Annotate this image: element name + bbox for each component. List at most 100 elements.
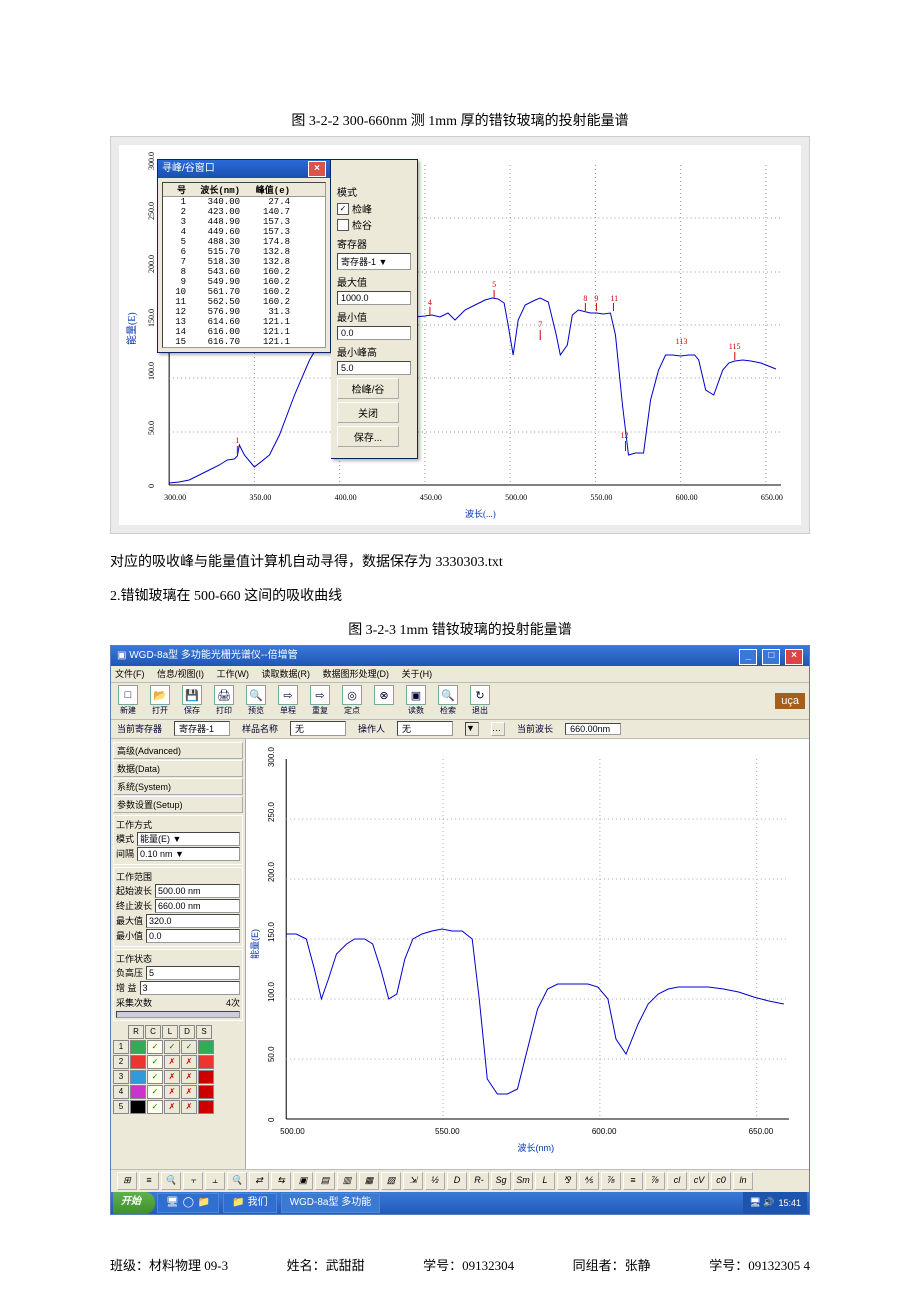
- checkbox-valley[interactable]: 检谷: [337, 217, 411, 232]
- window-titlebar[interactable]: ▣ WGD-8a型 多功能光栅光谱仪--倍增管 _ □ ×: [111, 646, 809, 666]
- system-tray[interactable]: 🖥 🔊 15:41: [743, 1192, 807, 1214]
- sample-value: 无: [290, 721, 346, 736]
- taskbar-item-2[interactable]: 📁 我们: [223, 1193, 276, 1213]
- close-window-icon[interactable]: ×: [785, 649, 803, 665]
- toolbar-icon[interactable]: ▦: [359, 1172, 379, 1190]
- btn-setup[interactable]: 参数设置(Setup): [113, 796, 243, 813]
- toolbar-icon[interactable]: ⅞: [645, 1172, 665, 1190]
- peak-table: 号 波长(nm) 峰值(e) 1340.0027.42423.00140.734…: [162, 182, 326, 348]
- operator-value[interactable]: 无: [397, 721, 453, 736]
- toolbar-icon[interactable]: Sg: [491, 1172, 511, 1190]
- toolbar-button[interactable]: ◎定点: [339, 685, 365, 716]
- toolbar-button[interactable]: 🔍检索: [435, 685, 461, 716]
- toolbar-button[interactable]: ⊗: [371, 685, 397, 716]
- toolbar-icon[interactable]: ⅋: [557, 1172, 577, 1190]
- start-input[interactable]: 500.00 nm: [155, 884, 240, 898]
- table-row: 14616.00121.1: [163, 327, 325, 337]
- toolbar-icon[interactable]: ⫠: [205, 1172, 225, 1190]
- toolbar-icon[interactable]: ▥: [337, 1172, 357, 1190]
- toolbar-button[interactable]: ⇨重复: [307, 685, 333, 716]
- slider[interactable]: [116, 1011, 240, 1018]
- min-input[interactable]: 0.0: [337, 326, 411, 340]
- tool-icon: 🖨: [214, 685, 234, 705]
- table-row: 13614.60121.1: [163, 317, 325, 327]
- end-input[interactable]: 660.00 nm: [155, 899, 240, 913]
- menubar[interactable]: 文件(F) 信息/视图(I) 工作(W) 读取数据(R) 数据图形处理(D) 关…: [111, 666, 809, 683]
- gain-input[interactable]: 3: [140, 981, 240, 995]
- menu-process[interactable]: 数据图形处理(D): [323, 669, 390, 679]
- toolbar-icon[interactable]: ⅍: [579, 1172, 599, 1190]
- toolbar-icon[interactable]: ½: [425, 1172, 445, 1190]
- toolbar-button[interactable]: 🖨打印: [211, 685, 237, 716]
- taskbar-item-3[interactable]: WGD-8a型 多功能: [281, 1193, 381, 1213]
- toolbar-icon[interactable]: ⫟: [183, 1172, 203, 1190]
- svg-text:7: 7: [538, 320, 542, 329]
- maximize-icon[interactable]: □: [762, 649, 780, 665]
- checkbox-peak[interactable]: ✓检峰: [337, 201, 411, 216]
- toolbar-icon[interactable]: 🔍: [161, 1172, 181, 1190]
- toolbar-icon[interactable]: ⇄: [249, 1172, 269, 1190]
- ymin-input[interactable]: 0.0: [146, 929, 240, 943]
- menu-file[interactable]: 文件(F): [115, 669, 145, 679]
- toolbar-icon[interactable]: ⇆: [271, 1172, 291, 1190]
- toolbar-icon[interactable]: Sm: [513, 1172, 533, 1190]
- toolbar-icon[interactable]: ⅞: [601, 1172, 621, 1190]
- close-button[interactable]: 关闭: [337, 402, 399, 423]
- toolbar-icon[interactable]: ln: [733, 1172, 753, 1190]
- browse-button[interactable]: …: [491, 722, 505, 736]
- toolbar-icon[interactable]: ≡: [139, 1172, 159, 1190]
- toolbar-icon[interactable]: c0: [711, 1172, 731, 1190]
- toolbar-button[interactable]: 💾保存: [179, 685, 205, 716]
- svg-text:200.0: 200.0: [147, 255, 156, 273]
- minpeak-input[interactable]: 5.0: [337, 361, 411, 375]
- figure-caption-1: 图 3-2-2 300-660nm 测 1mm 厚的错钕玻璃的投射能量谱: [110, 110, 810, 130]
- dialog-titlebar[interactable]: 寻峰/谷窗口 ×: [158, 160, 330, 178]
- toolbar-icon[interactable]: R-: [469, 1172, 489, 1190]
- toolbar-icon[interactable]: ▣: [293, 1172, 313, 1190]
- svg-text:100.0: 100.0: [267, 981, 276, 1002]
- max-input[interactable]: 1000.0: [337, 291, 411, 305]
- menu-read[interactable]: 读取数据(R): [262, 669, 311, 679]
- hv-input[interactable]: 5: [146, 966, 240, 980]
- svg-text:450.00: 450.00: [420, 493, 442, 502]
- toolbar-button[interactable]: □新建: [115, 685, 141, 716]
- btn-data[interactable]: 数据(Data): [113, 760, 243, 777]
- svg-text:400.00: 400.00: [335, 493, 357, 502]
- menu-about[interactable]: 关于(H): [402, 669, 433, 679]
- toolbar-icon[interactable]: cl: [667, 1172, 687, 1190]
- taskbar-item-1[interactable]: 🖥 ◯ 📁: [157, 1193, 219, 1213]
- interval-select[interactable]: 0.10 nm ▼: [137, 847, 240, 861]
- toolbar-button[interactable]: ⇨单程: [275, 685, 301, 716]
- save-button[interactable]: 保存...: [337, 426, 399, 447]
- btn-advanced[interactable]: 高级(Advanced): [113, 742, 243, 759]
- toolbar-icon[interactable]: L: [535, 1172, 555, 1190]
- toolbar-icon[interactable]: cV: [689, 1172, 709, 1190]
- toolbar-icon[interactable]: D: [447, 1172, 467, 1190]
- close-icon[interactable]: ×: [308, 161, 326, 177]
- operator-label: 操作人: [358, 722, 385, 735]
- chart-canvas-1: 0 50.0 100.0 150.0 200.0 250.0 300.0 300…: [119, 145, 801, 525]
- toolbar-icon[interactable]: ▧: [381, 1172, 401, 1190]
- start-button[interactable]: 开始: [113, 1192, 155, 1214]
- mode-select[interactable]: 能量(E) ▼: [137, 832, 240, 846]
- peak-dialog[interactable]: 寻峰/谷窗口 × 号 波长(nm) 峰值(e) 1340.0027.42423.…: [157, 159, 331, 353]
- toolbar-icon[interactable]: 🔍: [227, 1172, 247, 1190]
- find-button[interactable]: 检峰/谷: [337, 378, 399, 399]
- toolbar-icon[interactable]: ▤: [315, 1172, 335, 1190]
- toolbar-icon[interactable]: ⇲: [403, 1172, 423, 1190]
- taskbar: 开始 🖥 ◯ 📁 📁 我们 WGD-8a型 多功能 🖥 🔊 15:41: [111, 1192, 809, 1214]
- toolbar-button[interactable]: ▣读数: [403, 685, 429, 716]
- btn-system[interactable]: 系统(System): [113, 778, 243, 795]
- ymax-input[interactable]: 320.0: [146, 914, 240, 928]
- toolbar-button[interactable]: 📂打开: [147, 685, 173, 716]
- minimize-icon[interactable]: _: [739, 649, 757, 665]
- register-select[interactable]: 寄存器-1 ▼: [337, 253, 411, 270]
- menu-info[interactable]: 信息/视图(I): [157, 669, 204, 679]
- dropdown-icon[interactable]: ▼: [465, 722, 479, 736]
- paragraph-2: 2.错铷玻璃在 500-660 这间的吸收曲线: [110, 586, 810, 608]
- toolbar-button[interactable]: ↻退出: [467, 685, 493, 716]
- menu-work[interactable]: 工作(W): [217, 669, 250, 679]
- toolbar-button[interactable]: 🔍预览: [243, 685, 269, 716]
- toolbar-icon[interactable]: ⊞: [117, 1172, 137, 1190]
- toolbar-icon[interactable]: ≡: [623, 1172, 643, 1190]
